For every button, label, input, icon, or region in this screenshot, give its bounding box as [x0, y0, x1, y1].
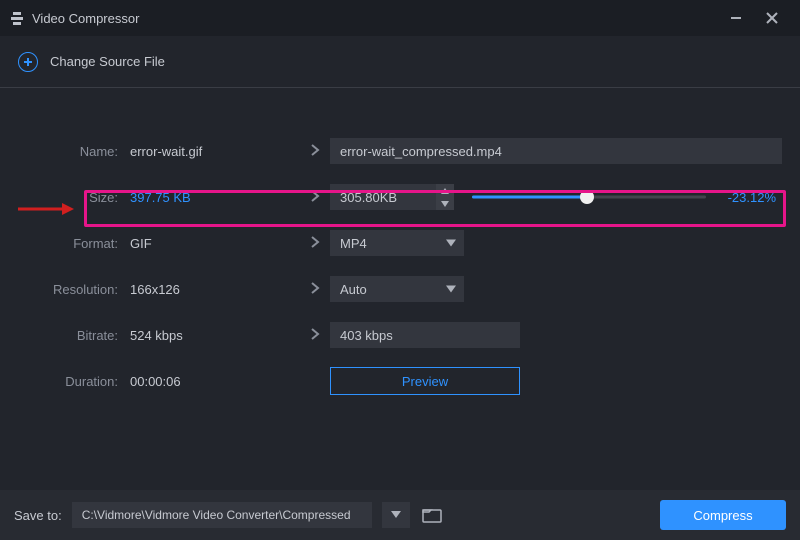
name-source-value: error-wait.gif — [130, 144, 300, 159]
size-target-spinner[interactable]: 305.80KB — [330, 184, 454, 210]
bitrate-label: Bitrate: — [0, 328, 130, 343]
change-source-label[interactable]: Change Source File — [50, 54, 165, 69]
footer-bar: Save to: C:\Vidmore\Vidmore Video Conver… — [0, 490, 800, 540]
minimize-button[interactable] — [718, 0, 754, 36]
chevron-right-icon — [310, 328, 320, 343]
size-step-up-button[interactable] — [436, 184, 454, 197]
preview-button[interactable]: Preview — [330, 367, 520, 395]
add-source-icon[interactable] — [18, 52, 38, 72]
save-path-box[interactable]: C:\Vidmore\Vidmore Video Converter\Compr… — [72, 502, 372, 528]
size-source-value: 397.75 KB — [130, 190, 300, 205]
app-title: Video Compressor — [32, 11, 139, 26]
title-bar: Video Compressor — [0, 0, 800, 36]
size-slider-thumb[interactable] — [580, 190, 594, 204]
chevron-right-icon — [310, 282, 320, 297]
save-to-label: Save to: — [14, 508, 62, 523]
duration-label: Duration: — [0, 374, 130, 389]
app-logo-icon — [10, 11, 24, 25]
duration-source-value: 00:00:06 — [130, 374, 300, 389]
size-percent-value: -23.12% — [720, 190, 776, 205]
resolution-target-value: Auto — [340, 282, 367, 297]
chevron-right-icon — [310, 236, 320, 251]
caret-down-icon — [446, 236, 456, 251]
chevron-right-icon — [310, 144, 320, 159]
chevron-right-icon — [310, 190, 320, 205]
size-step-down-button[interactable] — [436, 197, 454, 210]
format-row: Format: GIF MP4 — [0, 220, 800, 266]
resolution-dropdown[interactable]: Auto — [330, 276, 464, 302]
duration-row: Duration: 00:00:06 Preview — [0, 358, 800, 404]
format-label: Format: — [0, 236, 130, 251]
size-target-value: 305.80KB — [340, 190, 397, 205]
caret-down-icon — [446, 282, 456, 297]
size-label: Size: — [0, 190, 130, 205]
resolution-label: Resolution: — [0, 282, 130, 297]
size-row: Size: 397.75 KB 305.80KB -23.12% — [0, 174, 800, 220]
resolution-row: Resolution: 166x126 Auto — [0, 266, 800, 312]
name-row: Name: error-wait.gif — [0, 128, 800, 174]
format-source-value: GIF — [130, 236, 300, 251]
bitrate-source-value: 524 kbps — [130, 328, 300, 343]
save-path-value: C:\Vidmore\Vidmore Video Converter\Compr… — [82, 508, 351, 522]
size-slider[interactable] — [472, 189, 706, 205]
resolution-source-value: 166x126 — [130, 282, 300, 297]
compress-button[interactable]: Compress — [660, 500, 786, 530]
settings-form: Name: error-wait.gif Size: 397.75 KB 305… — [0, 88, 800, 404]
format-target-value: MP4 — [340, 236, 367, 251]
bitrate-target-input[interactable] — [330, 322, 520, 348]
close-button[interactable] — [754, 0, 790, 36]
save-path-dropdown[interactable] — [382, 502, 410, 528]
change-source-row: Change Source File — [0, 36, 800, 88]
bitrate-row: Bitrate: 524 kbps — [0, 312, 800, 358]
size-slider-fill — [472, 196, 587, 199]
output-name-input[interactable] — [330, 138, 782, 164]
name-label: Name: — [0, 144, 130, 159]
open-folder-button[interactable] — [420, 506, 444, 524]
format-dropdown[interactable]: MP4 — [330, 230, 464, 256]
